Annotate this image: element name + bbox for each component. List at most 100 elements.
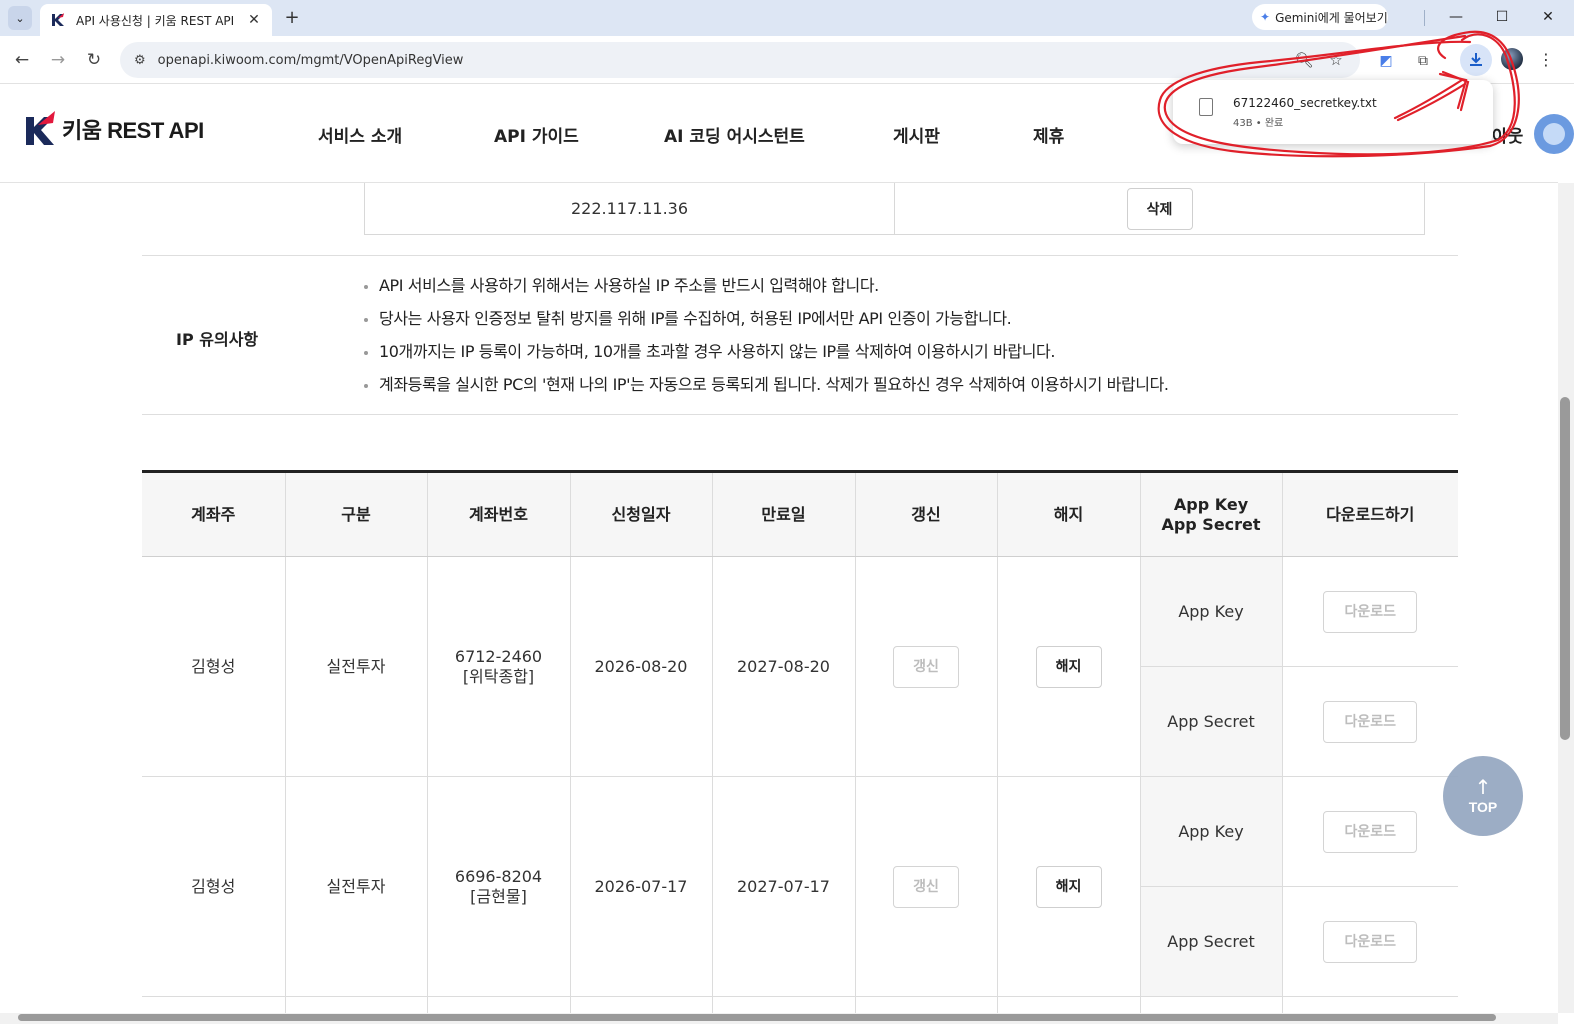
reload-icon[interactable]: ↻ (82, 48, 106, 72)
ip-address: 222.117.11.36 (365, 183, 895, 234)
col-header-owner: 계좌주 (142, 471, 286, 557)
table-cell (1282, 996, 1458, 1013)
ip-notice-item: 당사는 사용자 인증정보 탈취 방지를 위해 IP를 수집하여, 허용된 IP에… (364, 309, 1169, 342)
vertical-scrollbar[interactable] (1558, 183, 1574, 1013)
nav-ai-coding-assistant[interactable]: AI 코딩 어시스턴트 (664, 122, 805, 147)
forward-icon[interactable]: → (46, 48, 70, 72)
account-number: 6712-2460 (454, 646, 543, 666)
translate-icon[interactable]: ◩ (1375, 50, 1397, 72)
cell-download-secret: 다운로드 (1282, 666, 1458, 777)
download-app-secret-button[interactable]: 다운로드 (1323, 920, 1418, 963)
cell-cancel: 해지 (997, 556, 1141, 777)
nav-service-intro[interactable]: 서비스 소개 (318, 122, 402, 147)
col-header-app-key-secret: App Key App Secret (1140, 471, 1283, 557)
cell-app-secret-label: App Secret (1140, 666, 1283, 777)
new-tab-button[interactable]: + (282, 6, 302, 28)
table-header-row: 계좌주 구분 계좌번호 신청일자 만료일 갱신 해지 App Key App S… (142, 471, 1458, 557)
ip-notice-item: 10개까지는 IP 등록이 가능하며, 10개를 초과할 경우 사용하지 않는 … (364, 342, 1169, 375)
site-settings-icon[interactable]: ⚙ (134, 53, 146, 68)
download-app-secret-button[interactable]: 다운로드 (1323, 700, 1418, 743)
cell-download-key: 다운로드 (1282, 556, 1458, 667)
download-app-key-button[interactable]: 다운로드 (1323, 810, 1418, 853)
nav-partnership[interactable]: 제휴 (1033, 122, 1064, 147)
kiwoom-favicon-icon (52, 13, 64, 26)
download-icon[interactable] (1460, 44, 1492, 76)
cell-download-secret: 다운로드 (1282, 886, 1458, 997)
ip-notice-list: API 서비스를 사용하기 위해서는 사용하실 IP 주소를 반드시 입력해야 … (364, 276, 1169, 408)
table-row (142, 996, 1458, 1013)
account-number: 6696-8204 (454, 866, 543, 886)
col-header-app-key: App Key (1173, 494, 1249, 514)
address-bar[interactable]: ⚙ openapi.kiwoom.com/mgmt/VOpenApiRegVie… (120, 42, 1360, 78)
ip-notice-item: API 서비스를 사용하기 위해서는 사용하실 IP 주소를 반드시 입력해야 … (364, 276, 1169, 309)
table-cell (570, 996, 713, 1013)
account-kind: [위탁종합] (462, 666, 535, 686)
cell-cancel: 해지 (997, 776, 1141, 997)
cancel-button[interactable]: 해지 (1035, 865, 1102, 908)
menu-icon[interactable]: ⋮ (1538, 48, 1554, 70)
table-cell (1140, 996, 1283, 1013)
browser-tab-strip: ⌄ API 사용신청 | 키움 REST API ✕ + ✦ Gemini에게 … (0, 0, 1574, 36)
gemini-label: Gemini에게 물어보기 (1275, 10, 1388, 25)
url-text: openapi.kiwoom.com/mgmt/VOpenApiRegView (157, 52, 464, 68)
gemini-sparkle-icon: ✦ (1260, 10, 1271, 24)
browser-toolbar: ← → ↻ ⚙ openapi.kiwoom.com/mgmt/VOpenApi… (0, 36, 1574, 84)
horizontal-scrollbar[interactable] (0, 1013, 1558, 1024)
kiwoom-logo[interactable]: 키움 REST API (24, 111, 204, 147)
table-row: 김형성 실전투자 6712-2460 [위탁종합] 2026-08-20 202… (142, 556, 1458, 777)
tab-search-icon[interactable]: ⌄ (8, 6, 32, 30)
cell-download-key: 다운로드 (1282, 776, 1458, 887)
cell-type: 실전투자 (285, 776, 428, 997)
renew-button[interactable]: 갱신 (893, 865, 959, 908)
logout-link[interactable]: 아웃 (1492, 122, 1523, 147)
table-cell (285, 996, 428, 1013)
download-app-key-button[interactable]: 다운로드 (1323, 590, 1418, 633)
browser-tab-active[interactable]: API 사용신청 | 키움 REST API ✕ (40, 4, 272, 36)
download-meta: 43B • 완료 (1233, 118, 1284, 129)
col-header-type: 구분 (285, 471, 428, 557)
cell-app-key-label: App Key (1140, 776, 1283, 887)
accounts-table: 계좌주 구분 계좌번호 신청일자 만료일 갱신 해지 App Key App S… (142, 470, 1458, 1013)
cell-expiry-date: 2027-08-20 (712, 556, 856, 777)
bookmark-star-icon[interactable]: ☆ (1326, 50, 1346, 70)
ip-registry-row: 222.117.11.36 삭제 (364, 183, 1425, 235)
renew-button[interactable]: 갱신 (893, 645, 959, 688)
zoom-icon[interactable]: 🔍︎ (1294, 50, 1314, 70)
back-icon[interactable]: ← (10, 48, 34, 72)
minimize-button[interactable]: — (1442, 4, 1470, 30)
ip-action-cell: 삭제 (895, 183, 1424, 234)
tab-close-icon[interactable]: ✕ (246, 12, 262, 28)
table-cell (712, 996, 856, 1013)
top-label: TOP (1468, 799, 1498, 815)
delete-ip-button[interactable]: 삭제 (1126, 187, 1193, 230)
nav-board[interactable]: 게시판 (893, 122, 940, 147)
cell-type: 실전투자 (285, 556, 428, 777)
horizontal-scroll-thumb[interactable] (18, 1014, 1496, 1021)
col-header-app-secret: App Secret (1161, 514, 1261, 534)
vertical-scroll-thumb[interactable] (1560, 397, 1570, 740)
cell-app-secret-label: App Secret (1140, 886, 1283, 997)
download-bubble[interactable]: 67122460_secretkey.txt 43B • 완료 (1173, 80, 1493, 144)
maximize-button[interactable]: ☐ (1488, 4, 1516, 30)
arrow-up-icon: ↑ (1474, 775, 1492, 799)
download-filename[interactable]: 67122460_secretkey.txt (1233, 96, 1377, 110)
cell-expiry-date: 2027-07-17 (712, 776, 856, 997)
cell-applied-date: 2026-07-17 (570, 776, 713, 997)
user-avatar[interactable] (1534, 114, 1574, 154)
col-header-renew: 갱신 (855, 471, 998, 557)
table-cell (427, 996, 571, 1013)
cancel-button[interactable]: 해지 (1035, 645, 1102, 688)
nav-api-guide[interactable]: API 가이드 (494, 122, 579, 147)
close-window-button[interactable]: ✕ (1534, 4, 1562, 30)
main-content: 222.117.11.36 삭제 IP 유의사항 API 서비스를 사용하기 위… (0, 183, 1558, 1013)
logo-text: 키움 REST API (62, 118, 204, 143)
scroll-top-button[interactable]: ↑ TOP (1443, 756, 1523, 836)
gemini-button[interactable]: ✦ Gemini에게 물어보기 (1252, 4, 1388, 30)
ip-notice-label: IP 유의사항 (176, 330, 259, 349)
col-header-cancel: 해지 (997, 471, 1141, 557)
table-cell (855, 996, 998, 1013)
cell-app-key-label: App Key (1140, 556, 1283, 667)
extensions-icon[interactable]: ⧉ (1412, 50, 1434, 72)
profile-avatar-icon[interactable] (1501, 48, 1523, 70)
tab-title: API 사용신청 | 키움 REST API (76, 13, 235, 28)
